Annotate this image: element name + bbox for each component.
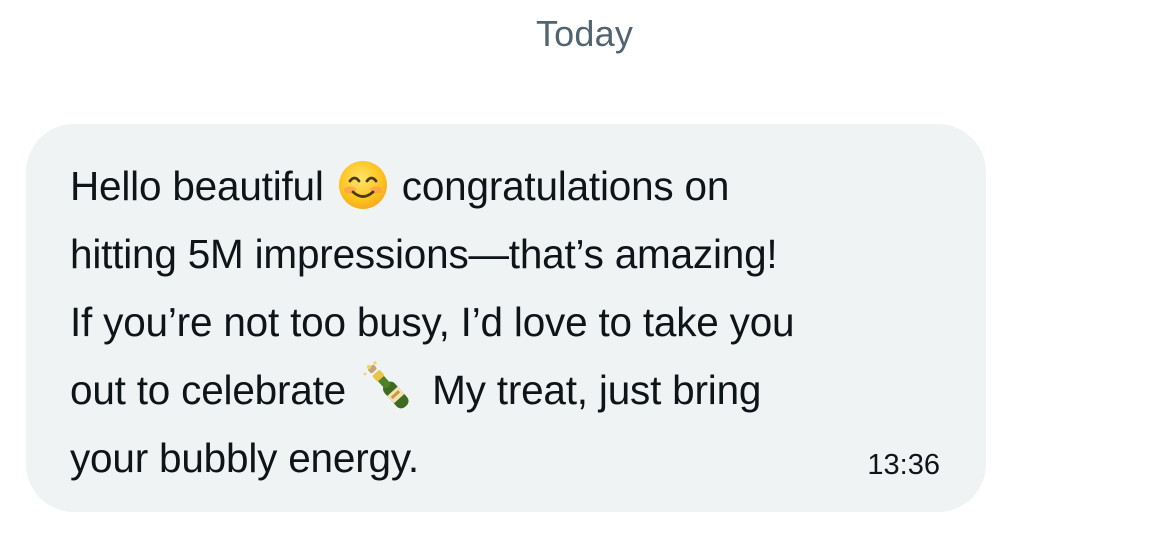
message-line-3: If you’re not too busy, I’d love to take… bbox=[70, 299, 795, 345]
message-line-4: out to celebrate My treat, just bring bbox=[70, 356, 950, 424]
message-line-1-start: Hello beautiful bbox=[70, 163, 324, 209]
date-separator: Today bbox=[535, 13, 634, 54]
message-line-4-start: out to celebrate bbox=[70, 367, 346, 413]
message-line-1: Hello beautiful congratulations on bbox=[70, 152, 950, 220]
message-bubble[interactable]: Hello beautiful congratulations on hitti… bbox=[26, 124, 986, 512]
message-timestamp: 13:36 bbox=[867, 449, 940, 481]
message-line-2: hitting 5M impressions—that’s amazing! bbox=[70, 231, 778, 277]
message-text: Hello beautiful congratulations on hitti… bbox=[70, 152, 950, 492]
message-line-5: your bubbly energy. bbox=[70, 435, 419, 481]
message-line-1-end: congratulations on bbox=[401, 163, 730, 209]
chat-view: Today Hello beautiful congratulations on… bbox=[0, 0, 1169, 541]
champagne-bottle-icon bbox=[359, 359, 419, 419]
message-line-4-end: My treat, just bring bbox=[432, 367, 762, 413]
smiling-face-icon bbox=[337, 159, 389, 211]
